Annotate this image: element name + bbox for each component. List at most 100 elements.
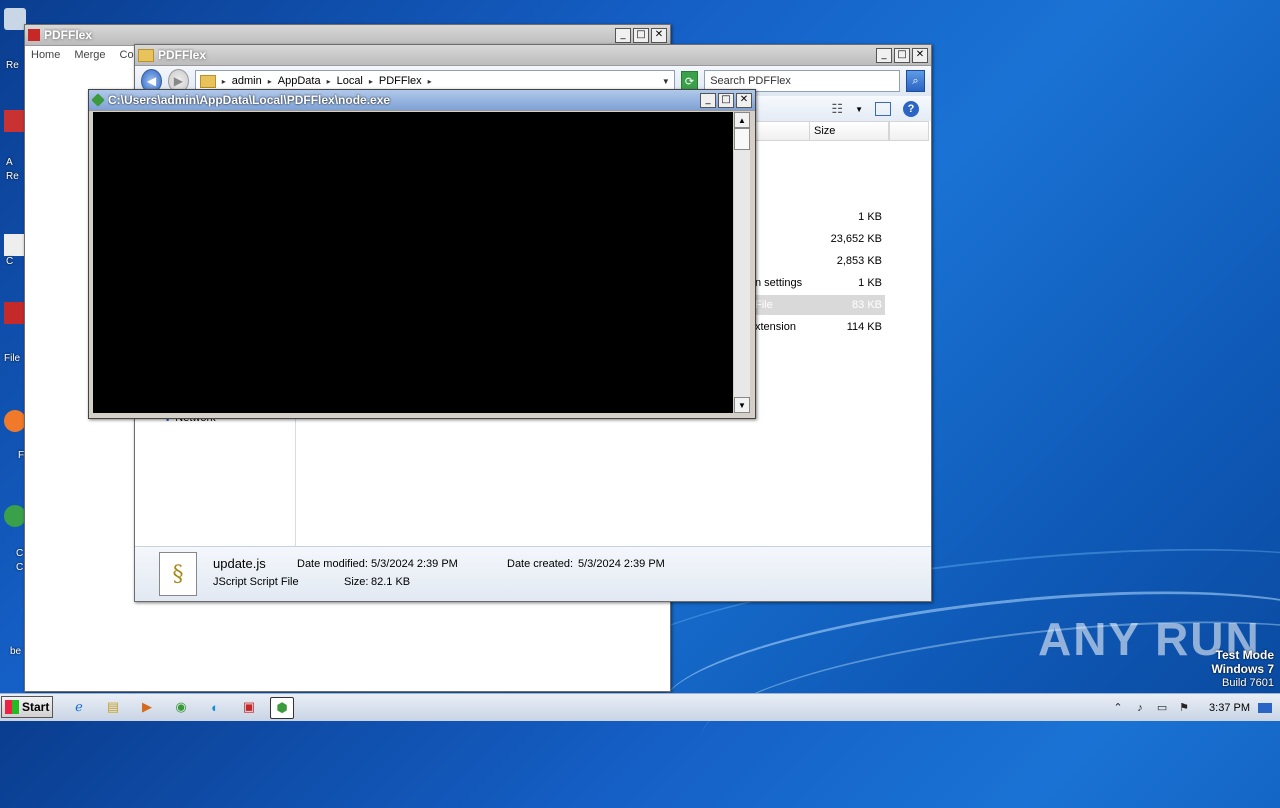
desktop-label: C bbox=[16, 548, 24, 559]
folder-icon bbox=[199, 74, 216, 88]
jscript-file-icon: § bbox=[159, 552, 197, 596]
breadcrumb-appdata[interactable]: AppData bbox=[278, 75, 321, 87]
scroll-down-button[interactable]: ▼ bbox=[734, 397, 750, 413]
desktop-label: C bbox=[6, 256, 14, 267]
pdf-app-icon[interactable]: ▣ bbox=[238, 697, 260, 717]
chrome-icon[interactable]: ◉ bbox=[170, 697, 192, 717]
title-bar[interactable]: PDFFlex _ □ ✕ bbox=[135, 45, 931, 66]
minimize-button[interactable]: _ bbox=[615, 27, 631, 43]
column-header-extra[interactable] bbox=[889, 121, 929, 141]
menu-home[interactable]: Home bbox=[31, 49, 60, 61]
system-tray: ⌃ ♪ ▭ ⚑ 3:37 PM bbox=[1111, 694, 1280, 721]
chevron-right-icon[interactable]: ▸ bbox=[327, 77, 331, 86]
chrome-icon[interactable] bbox=[4, 505, 26, 527]
file-row[interactable]: 1 KB bbox=[755, 207, 885, 227]
details-filetype: JScript Script File bbox=[213, 576, 299, 588]
minimize-button[interactable]: _ bbox=[876, 47, 892, 63]
details-size-label: Size: bbox=[344, 576, 369, 588]
pdf-app-icon bbox=[28, 29, 40, 41]
action-center-flag-icon[interactable]: ⚑ bbox=[1177, 701, 1191, 715]
breadcrumb-pdfflex[interactable]: PDFFlex bbox=[379, 75, 422, 87]
details-size: 82.1 KB bbox=[371, 576, 411, 588]
taskbar: Start ℯ ▤ ▶ ◉ ◐ ▣ ⬢ ⌃ ♪ ▭ ⚑ 3:37 PM bbox=[0, 693, 1280, 721]
scroll-thumb[interactable] bbox=[734, 128, 750, 150]
file-size: 1 KB bbox=[858, 211, 882, 223]
windows-version-line: Windows 7 bbox=[1211, 662, 1274, 676]
menu-merge[interactable]: Merge bbox=[74, 49, 105, 61]
windows-logo-icon bbox=[5, 700, 19, 714]
shortcut-icon[interactable] bbox=[4, 234, 26, 256]
network-icon[interactable]: ▭ bbox=[1155, 701, 1169, 715]
node-icon bbox=[91, 93, 105, 107]
show-hidden-icons-icon[interactable]: ⌃ bbox=[1111, 701, 1125, 715]
desktop-label: be bbox=[10, 646, 22, 657]
file-row[interactable]: n settings 1 KB bbox=[755, 273, 885, 293]
desktop-label: A bbox=[6, 157, 13, 168]
title-bar[interactable]: PDFFlex _ □ ✕ bbox=[25, 25, 670, 46]
vertical-scrollbar[interactable]: ▲ ▼ bbox=[734, 112, 750, 413]
filezilla-icon[interactable] bbox=[4, 302, 26, 324]
window-title: PDFFlex bbox=[158, 48, 207, 62]
maximize-button[interactable]: □ bbox=[633, 27, 649, 43]
clock[interactable]: 3:37 PM bbox=[1209, 702, 1250, 714]
breadcrumb-local[interactable]: Local bbox=[337, 75, 363, 87]
view-options-icon[interactable]: ☷ bbox=[831, 101, 843, 117]
details-pane: § update.js JScript Script File Date mod… bbox=[135, 546, 931, 601]
chevron-right-icon[interactable]: ▸ bbox=[369, 77, 373, 86]
test-mode-line: Test Mode bbox=[1215, 648, 1274, 662]
title-bar[interactable]: C:\Users\admin\AppData\Local\PDFFlex\nod… bbox=[89, 90, 755, 111]
maximize-button[interactable]: □ bbox=[894, 47, 910, 63]
console-window[interactable]: C:\Users\admin\AppData\Local\PDFFlex\nod… bbox=[88, 89, 756, 419]
window-title: PDFFlex bbox=[44, 28, 93, 42]
file-size: 1 KB bbox=[858, 277, 882, 289]
minimize-button[interactable]: _ bbox=[700, 92, 716, 108]
start-button[interactable]: Start bbox=[1, 696, 53, 718]
desktop-label: File bbox=[4, 353, 21, 364]
details-date-modified-label: Date modified: bbox=[297, 558, 368, 570]
recycle-bin-icon[interactable] bbox=[4, 8, 26, 30]
chevron-right-icon[interactable]: ▸ bbox=[222, 77, 226, 86]
details-date-created: 5/3/2024 2:39 PM bbox=[578, 558, 665, 570]
column-header-size[interactable]: Size bbox=[809, 121, 889, 141]
chevron-right-icon[interactable]: ▸ bbox=[268, 77, 272, 86]
maximize-button[interactable]: □ bbox=[718, 92, 734, 108]
preview-pane-icon[interactable] bbox=[875, 102, 891, 116]
help-icon[interactable]: ? bbox=[903, 101, 919, 117]
media-player-icon[interactable]: ▶ bbox=[136, 697, 158, 717]
file-explorer-icon[interactable]: ▤ bbox=[102, 697, 124, 717]
details-date-created-label: Date created: bbox=[507, 558, 574, 570]
console-output[interactable] bbox=[93, 112, 733, 413]
edge-icon[interactable]: ◐ bbox=[204, 697, 226, 717]
file-size: 2,853 KB bbox=[836, 255, 882, 267]
file-row[interactable]: 23,652 KB bbox=[755, 229, 885, 249]
show-desktop-icon[interactable] bbox=[1258, 702, 1272, 713]
folder-icon bbox=[138, 48, 154, 62]
breadcrumb-admin[interactable]: admin bbox=[232, 75, 262, 87]
build-line: Build 7601 bbox=[1222, 677, 1274, 689]
internet-explorer-icon[interactable]: ℯ bbox=[68, 697, 90, 717]
file-row[interactable]: 2,853 KB bbox=[755, 251, 885, 271]
test-mode-notice: Test Mode Windows 7 Build 7601 bbox=[1211, 648, 1274, 690]
scroll-up-button[interactable]: ▲ bbox=[734, 112, 750, 128]
details-filename: update.js bbox=[213, 556, 266, 571]
chevron-right-icon[interactable]: ▸ bbox=[428, 77, 432, 86]
file-row-selected[interactable]: File 83 KB bbox=[755, 295, 885, 315]
close-button[interactable]: ✕ bbox=[651, 27, 667, 43]
firefox-icon[interactable] bbox=[4, 410, 26, 432]
node-taskbar-icon[interactable]: ⬢ bbox=[270, 697, 294, 719]
dropdown-arrow-icon[interactable]: ▼ bbox=[662, 77, 670, 86]
file-row[interactable]: xtension 114 KB bbox=[755, 317, 885, 337]
close-button[interactable]: ✕ bbox=[912, 47, 928, 63]
desktop-label: Re bbox=[6, 171, 19, 182]
chevron-down-icon[interactable]: ▼ bbox=[855, 105, 863, 114]
volume-icon[interactable]: ♪ bbox=[1133, 701, 1147, 715]
search-icon[interactable]: ⌕ bbox=[905, 70, 926, 92]
file-size: 23,652 KB bbox=[830, 233, 882, 245]
desktop-label: Re bbox=[6, 60, 19, 71]
acrobat-icon[interactable] bbox=[4, 110, 26, 132]
window-title: C:\Users\admin\AppData\Local\PDFFlex\nod… bbox=[108, 93, 391, 107]
refresh-button[interactable]: ⟳ bbox=[680, 71, 699, 91]
file-size: 114 KB bbox=[846, 321, 882, 333]
file-size: 83 KB bbox=[852, 299, 882, 311]
close-button[interactable]: ✕ bbox=[736, 92, 752, 108]
